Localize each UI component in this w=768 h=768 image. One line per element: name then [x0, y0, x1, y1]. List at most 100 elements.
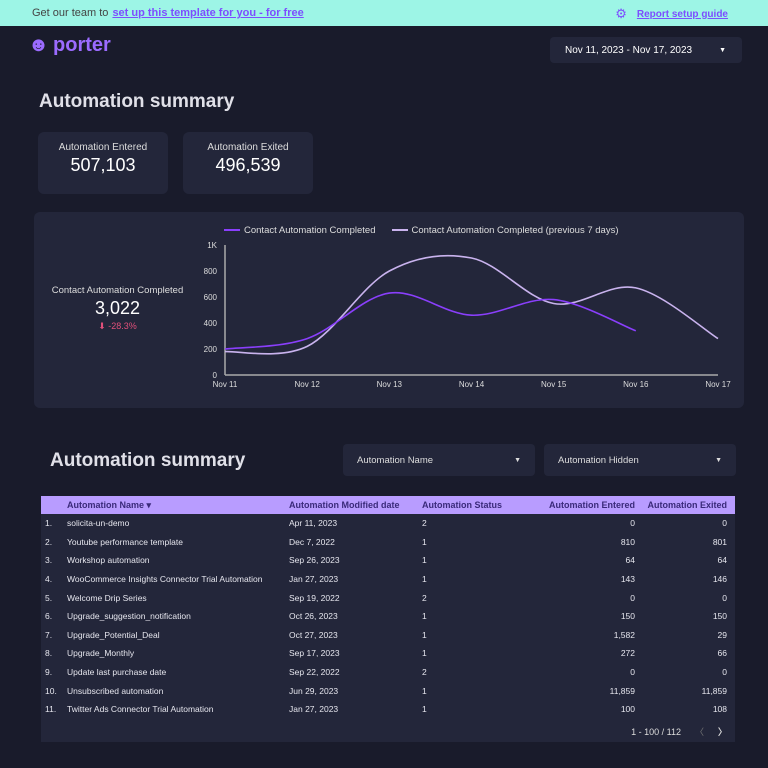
table-cell: 1: [422, 574, 427, 585]
col-name[interactable]: Automation Name ▾: [67, 500, 289, 511]
table-cell: 1: [422, 611, 427, 622]
table-cell: 11.: [45, 704, 57, 715]
table-cell: 11,859: [609, 685, 635, 696]
filter-label: Automation Name: [357, 454, 434, 466]
table-row[interactable]: 8. Upgrade_Monthly Sep 17, 2023 1 272 66: [41, 644, 735, 663]
x-tick-label: Nov 13: [377, 380, 403, 389]
table-cell: Sep 19, 2022: [289, 592, 340, 603]
kpi-exited: Automation Exited 496,539: [183, 132, 313, 194]
table-cell: WooCommerce Insights Connector Trial Aut…: [67, 574, 263, 585]
filter-automation-name[interactable]: Automation Name ▼: [343, 444, 535, 476]
table-cell: Upgrade_Potential_Deal: [67, 629, 160, 640]
col-exited[interactable]: Automation Exited: [635, 500, 731, 510]
series-line: [224, 254, 719, 355]
table-cell: 150: [712, 611, 727, 622]
setup-link[interactable]: set up this template for you - for free: [112, 7, 303, 19]
table-cell: Upgrade_Monthly: [67, 648, 135, 659]
table-cell: 801: [712, 536, 727, 547]
col-entered[interactable]: Automation Entered: [510, 500, 635, 510]
page-title: Automation summary: [39, 91, 235, 112]
table-cell: Jun 29, 2023: [289, 685, 339, 696]
table-cell: 7.: [45, 629, 53, 640]
kpi-label: Automation Entered: [58, 142, 148, 153]
chart-card: Contact Automation Completed 3,022 ⬇ -28…: [34, 212, 744, 408]
table-cell: 150: [620, 611, 635, 622]
caret-down-icon: ▼: [514, 456, 521, 464]
pagination: 1 - 100 / 112 〈 〉: [631, 725, 727, 738]
promo-banner: Get our team to set up this template for…: [0, 0, 768, 26]
y-tick-label: 800: [204, 267, 218, 276]
table-cell: 810: [620, 536, 635, 547]
prev-page-icon[interactable]: 〈: [695, 725, 704, 738]
table-cell: 1,582: [613, 629, 635, 640]
report-guide-link[interactable]: Report setup guide: [637, 9, 728, 20]
table-cell: 2: [422, 667, 427, 678]
table-cell: 0: [630, 518, 635, 529]
x-tick-label: Nov 14: [459, 380, 485, 389]
caret-down-icon: ▼: [715, 456, 722, 464]
table-cell: Apr 11, 2023: [289, 518, 338, 529]
x-tick-label: Nov 12: [294, 380, 320, 389]
table-cell: 8.: [45, 648, 53, 659]
table-cell: 11,859: [701, 685, 727, 696]
filter-automation-hidden[interactable]: Automation Hidden ▼: [544, 444, 736, 476]
table-cell: 64: [717, 555, 727, 566]
col-status[interactable]: Automation Status: [422, 500, 510, 510]
table-row[interactable]: 10. Unsubscribed automation Jun 29, 2023 1 1…: [41, 681, 735, 700]
x-tick-label: Nov 15: [541, 380, 567, 389]
table-row[interactable]: 2. Youtube performance template Dec 7, 202…: [41, 533, 735, 552]
table-cell: 6.: [45, 611, 53, 622]
kpi-value: 496,539: [215, 155, 281, 175]
table-cell: Twitter Ads Connector Trial Automation: [67, 704, 214, 715]
section-title: Automation summary: [50, 450, 246, 471]
table-cell: 1: [422, 629, 427, 640]
table-cell: 1: [422, 555, 427, 566]
table-cell: Oct 27, 2023: [289, 629, 338, 640]
table-row[interactable]: 3. Workshop automation Sep 26, 2023 1 64 64: [41, 551, 735, 570]
table-cell: Update last purchase date: [67, 667, 167, 678]
table-row[interactable]: 4. WooCommerce Insights Connector Trial A…: [41, 570, 735, 589]
x-tick-label: Nov 17: [705, 380, 731, 389]
table-cell: 5.: [45, 592, 53, 603]
table-row[interactable]: 11. Twitter Ads Connector Trial Automatio…: [41, 700, 735, 719]
col-modified[interactable]: Automation Modified date: [289, 500, 422, 510]
table-row[interactable]: 1. solicita-un-demo Apr 11, 2023 2 0 0: [41, 514, 735, 533]
date-range-picker[interactable]: Nov 11, 2023 - Nov 17, 2023 ▼: [550, 37, 742, 63]
table-cell: 2: [422, 518, 427, 529]
table-cell: 2.: [45, 536, 53, 547]
filter-label: Automation Hidden: [558, 454, 639, 466]
next-page-icon[interactable]: 〉: [718, 725, 727, 738]
kpi-value: 507,103: [70, 155, 136, 175]
table-row[interactable]: 7. Upgrade_Potential_Deal Oct 27, 2023 1 1,5…: [41, 626, 735, 645]
table-row[interactable]: 9. Update last purchase date Sep 22, 2022 2…: [41, 663, 735, 682]
table-cell: Sep 17, 2023: [289, 648, 340, 659]
table-cell: 3.: [45, 555, 53, 566]
table-cell: 10.: [45, 685, 57, 696]
table-cell: 143: [620, 574, 635, 585]
table-row[interactable]: 5. Welcome Drip Series Sep 19, 2022 2 0 0: [41, 588, 735, 607]
date-range-value: Nov 11, 2023 - Nov 17, 2023: [565, 44, 693, 56]
y-tick-label: 200: [204, 345, 218, 354]
series-line: [224, 291, 637, 350]
table-cell: 100: [620, 704, 635, 715]
banner-text: Get our team to: [32, 7, 109, 19]
table-row[interactable]: 6. Upgrade_suggestion_notification Oct 26,…: [41, 607, 735, 626]
table-cell: Oct 26, 2023: [289, 611, 338, 622]
table-cell: 1: [422, 685, 427, 696]
table-cell: 0: [630, 592, 635, 603]
y-tick-label: 600: [204, 293, 218, 302]
x-tick-label: Nov 16: [623, 380, 649, 389]
table-cell: 1: [422, 648, 427, 659]
report-guide[interactable]: ⚙ Report setup guide: [615, 6, 728, 22]
table-header: Automation Name ▾ Automation Modified da…: [41, 496, 735, 514]
table-cell: 1: [422, 704, 427, 715]
table-cell: 4.: [45, 574, 53, 585]
gear-icon: ⚙: [615, 6, 627, 21]
automation-table: Automation Name ▾ Automation Modified da…: [41, 496, 735, 742]
table-cell: Sep 22, 2022: [289, 667, 340, 678]
table-cell: 9.: [45, 667, 53, 678]
table-cell: 64: [625, 555, 635, 566]
table-cell: 0: [722, 592, 727, 603]
table-cell: 0: [722, 667, 727, 678]
kpi-entered: Automation Entered 507,103: [38, 132, 168, 194]
